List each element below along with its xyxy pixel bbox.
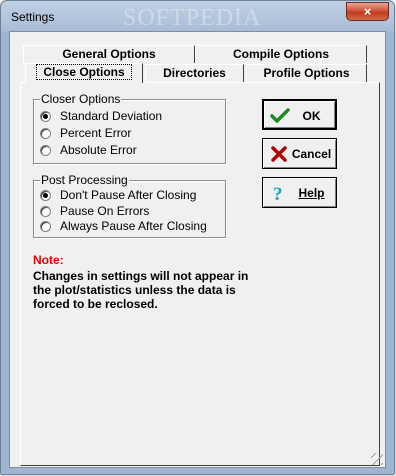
help-button[interactable]: ? Help <box>262 177 337 208</box>
title-watermark: SOFTPEDIA <box>123 5 262 31</box>
radio-selected-indicator <box>40 111 51 122</box>
help-label: Help <box>298 186 325 200</box>
radio-label: Percent Error <box>60 126 132 140</box>
radio-label: Always Pause After Closing <box>60 219 207 233</box>
note-title: Note: <box>33 253 64 267</box>
cancel-label: Cancel <box>291 147 332 161</box>
radio-indicator <box>40 128 51 139</box>
radio-label: Pause On Errors <box>60 204 150 218</box>
title-bar[interactable]: Settings SOFTPEDIA × <box>1 1 394 31</box>
post-processing-group: Post Processing Don't Pause After Closin… <box>33 173 226 238</box>
note-line: forced to be reclosed. <box>33 297 158 311</box>
dialog-client-area: General Options Compile Options Close Op… <box>9 31 386 468</box>
note-line: Changes in settings will not appear in <box>33 269 249 283</box>
tab-label: Profile Options <box>263 66 350 80</box>
radio-indicator <box>40 206 51 217</box>
radio-selected-indicator <box>40 190 51 201</box>
tab-profile-options[interactable]: Profile Options <box>246 64 367 82</box>
settings-window: Settings SOFTPEDIA × General Options Com… <box>0 0 395 475</box>
radio-label: Don't Pause After Closing <box>60 188 197 202</box>
ok-label: OK <box>302 109 321 123</box>
x-icon <box>269 145 289 163</box>
note-line: the plot/statistics unless the data is <box>33 283 236 297</box>
resize-grip[interactable] <box>371 453 383 465</box>
radio-label: Absolute Error <box>60 143 137 157</box>
svg-text:?: ? <box>273 184 283 202</box>
closer-options-group: Closer Options Standard Deviation Percen… <box>33 92 226 164</box>
tab-directories[interactable]: Directories <box>145 64 244 82</box>
check-icon <box>270 107 290 125</box>
tab-label: Close Options <box>36 64 132 80</box>
cancel-button[interactable]: Cancel <box>262 138 337 169</box>
question-icon: ? <box>269 184 289 205</box>
tab-label: Compile Options <box>233 47 329 61</box>
tab-close-options[interactable]: Close Options <box>25 63 143 83</box>
close-icon: × <box>363 4 372 19</box>
tab-compile-options[interactable]: Compile Options <box>195 45 367 63</box>
tab-general-options[interactable]: General Options <box>23 45 195 63</box>
tab-label: General Options <box>62 47 156 61</box>
ok-button[interactable]: OK <box>262 99 337 130</box>
close-button[interactable]: × <box>346 2 389 21</box>
note-text: Changes in settings will not appear in t… <box>33 269 273 311</box>
group-title: Closer Options <box>40 92 122 106</box>
radio-indicator <box>40 145 51 156</box>
radio-indicator <box>40 221 51 232</box>
radio-label: Standard Deviation <box>60 109 163 123</box>
group-title: Post Processing <box>40 173 129 187</box>
tab-label: Directories <box>163 66 226 80</box>
window-title: Settings <box>11 10 55 24</box>
